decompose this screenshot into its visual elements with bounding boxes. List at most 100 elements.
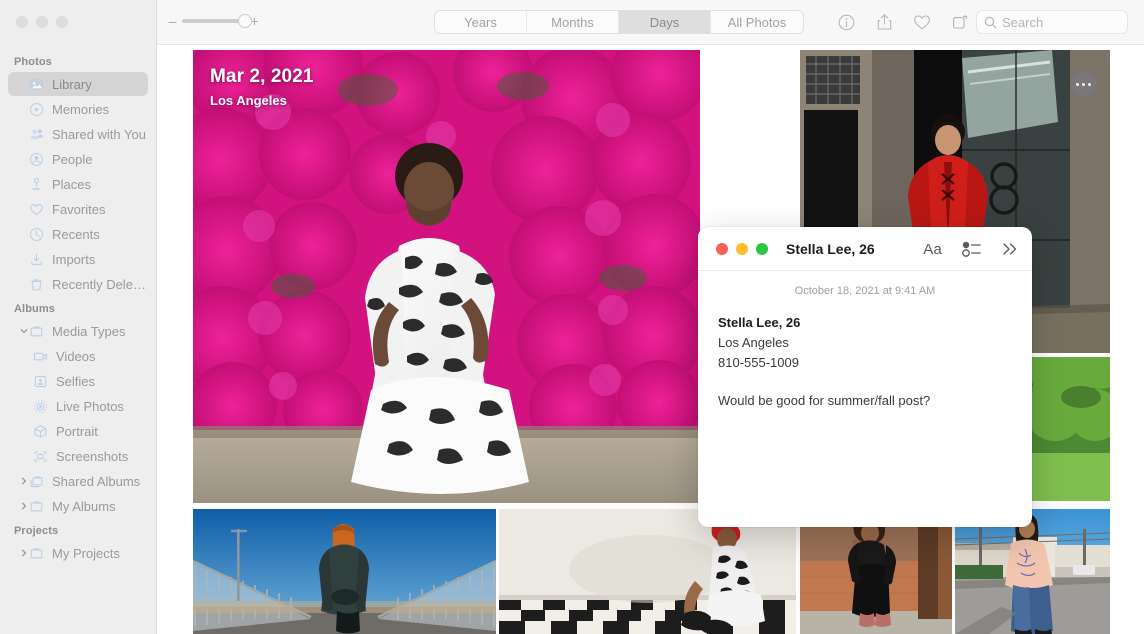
format-aa-icon[interactable]: Aa — [923, 241, 942, 258]
favorite-heart-icon[interactable] — [910, 10, 934, 34]
tab-all-photos[interactable]: All Photos — [711, 11, 803, 33]
zoom-slider-knob[interactable] — [238, 14, 252, 28]
sidebar-group-title: Projects — [14, 525, 59, 537]
trash-icon — [28, 276, 45, 293]
thumbnail-zoom-slider[interactable]: – + — [168, 14, 259, 28]
note-traffic-lights[interactable] — [716, 242, 768, 255]
vertical-scrollbar[interactable] — [1138, 49, 1142, 229]
rotate-icon[interactable] — [948, 10, 972, 34]
sidebar-item-selfies[interactable]: Selfies — [8, 369, 148, 393]
video-camera-icon — [32, 348, 49, 365]
sidebar-item-label: Recently Deleted — [52, 276, 148, 292]
note-text-content[interactable]: Stella Lee, 26 Los Angeles 810-555-1009 Wou… — [718, 313, 1012, 411]
folder-icon — [28, 323, 45, 340]
sidebar-item-shared-with-you[interactable]: Shared with You — [8, 122, 148, 146]
view-mode-segmented-control[interactable]: Years Months Days All Photos — [434, 10, 804, 34]
sidebar-item-label: People — [52, 151, 93, 167]
people-icon — [28, 151, 45, 168]
window-traffic-lights[interactable] — [16, 16, 68, 28]
sidebar-item-imports[interactable]: Imports — [8, 247, 148, 271]
sidebar-item-label: Selfies — [56, 373, 96, 389]
share-icon[interactable] — [872, 10, 896, 34]
tab-years[interactable]: Years — [435, 11, 527, 33]
sidebar-item-library[interactable]: Library — [8, 72, 148, 96]
tab-days[interactable]: Days — [619, 11, 711, 33]
note-window[interactable]: Stella Lee, 26 Aa October 18, 2021 at 9:… — [698, 227, 1032, 527]
sidebar-item-label: Favorites — [52, 201, 106, 217]
note-date: October 18, 2021 at 9:41 AM — [794, 285, 936, 297]
note-line: 810-555-1009 — [718, 355, 799, 370]
checklist-icon[interactable] — [962, 241, 981, 257]
sidebar-item-recently-deleted[interactable]: Recently Deleted — [8, 272, 148, 296]
note-zoom-button[interactable] — [756, 242, 768, 255]
sidebar-item-screenshots[interactable]: Screenshots — [8, 444, 148, 468]
photo-woman-brick-wall[interactable] — [800, 509, 952, 634]
zoom-out-icon[interactable]: – — [168, 14, 177, 28]
search-icon — [984, 16, 997, 29]
portrait-cube-icon — [32, 423, 49, 440]
photo-woman-checkered-floor[interactable] — [499, 509, 796, 634]
note-toolbar-icons: Aa — [923, 227, 1018, 271]
sidebar-item-my-albums[interactable]: My Albums — [8, 494, 148, 518]
zoom-slider-track[interactable] — [182, 14, 252, 28]
sidebar-group-title: Photos — [14, 56, 52, 68]
sidebar: Photos Library Memories Shared with You Peop… — [0, 0, 157, 634]
clock-icon — [28, 226, 45, 243]
sidebar-item-recents[interactable]: Recents — [8, 222, 148, 246]
folder-icon — [28, 545, 45, 562]
close-button[interactable] — [16, 16, 28, 28]
tab-months[interactable]: Months — [527, 11, 619, 33]
sidebar-item-label: Places — [52, 176, 92, 192]
places-pin-icon — [28, 176, 45, 193]
toolbar: – + Years Months Days All Photos Search — [157, 0, 1144, 45]
sidebar-item-label: Recents — [52, 226, 100, 242]
sidebar-group-title: Albums — [14, 303, 55, 315]
sidebar-item-live-photos[interactable]: Live Photos — [8, 394, 148, 418]
sidebar-item-label: Screenshots — [56, 448, 129, 464]
sidebar-item-portrait[interactable]: Portrait — [8, 419, 148, 443]
heart-icon — [28, 201, 45, 218]
shared-folder-icon — [28, 473, 45, 490]
sidebar-scroll-area[interactable]: Photos Library Memories Shared with You Peop… — [0, 50, 156, 634]
note-titlebar[interactable]: Stella Lee, 26 Aa — [698, 227, 1032, 271]
shared-with-you-icon — [28, 126, 45, 143]
photo-woman-street[interactable] — [955, 509, 1110, 634]
note-minimize-button[interactable] — [736, 242, 748, 255]
more-options-button[interactable] — [1071, 72, 1096, 97]
folder-icon — [28, 498, 45, 515]
note-line: Los Angeles — [718, 335, 789, 350]
note-line: Stella Lee, 26 — [718, 315, 801, 330]
sidebar-item-memories[interactable]: Memories — [8, 97, 148, 121]
sidebar-item-label: Shared Albums — [52, 473, 141, 489]
info-icon[interactable] — [834, 10, 858, 34]
sidebar-item-favorites[interactable]: Favorites — [8, 197, 148, 221]
sidebar-item-label: My Albums — [52, 498, 116, 514]
sidebar-item-label: Videos — [56, 348, 96, 364]
zoom-button[interactable] — [56, 16, 68, 28]
note-title: Stella Lee, 26 — [786, 240, 875, 257]
live-photo-icon — [32, 398, 49, 415]
sidebar-item-media-types[interactable]: Media Types — [8, 319, 148, 343]
note-close-button[interactable] — [716, 242, 728, 255]
sidebar-item-shared-albums[interactable]: Shared Albums — [8, 469, 148, 493]
toolbar-icon-group — [834, 10, 972, 34]
sidebar-item-label: Live Photos — [56, 398, 124, 414]
search-field[interactable]: Search — [976, 10, 1128, 34]
sidebar-item-label: Memories — [52, 101, 110, 117]
sidebar-item-label: Library — [52, 76, 92, 92]
sidebar-item-places[interactable]: Places — [8, 172, 148, 196]
note-line: Would be good for summer/fall post? — [718, 393, 931, 408]
search-placeholder: Search — [1002, 14, 1044, 30]
photo-woman-bridge[interactable] — [193, 509, 496, 634]
photo-woman-bougainvillea[interactable]: Mar 2, 2021 Los Angeles — [193, 50, 700, 503]
screenshot-icon — [32, 448, 49, 465]
chevron-double-right-icon[interactable] — [1001, 242, 1018, 256]
sidebar-item-my-projects[interactable]: My Projects — [8, 541, 148, 565]
photos-app-window: Photos Library Memories Shared with You Peop… — [0, 0, 1144, 634]
note-body[interactable]: October 18, 2021 at 9:41 AM Stella Lee, … — [698, 271, 1032, 411]
sidebar-item-label: Shared with You — [52, 126, 146, 142]
sidebar-item-people[interactable]: People — [8, 147, 148, 171]
memories-icon — [28, 101, 45, 118]
sidebar-item-videos[interactable]: Videos — [8, 344, 148, 368]
minimize-button[interactable] — [36, 16, 48, 28]
